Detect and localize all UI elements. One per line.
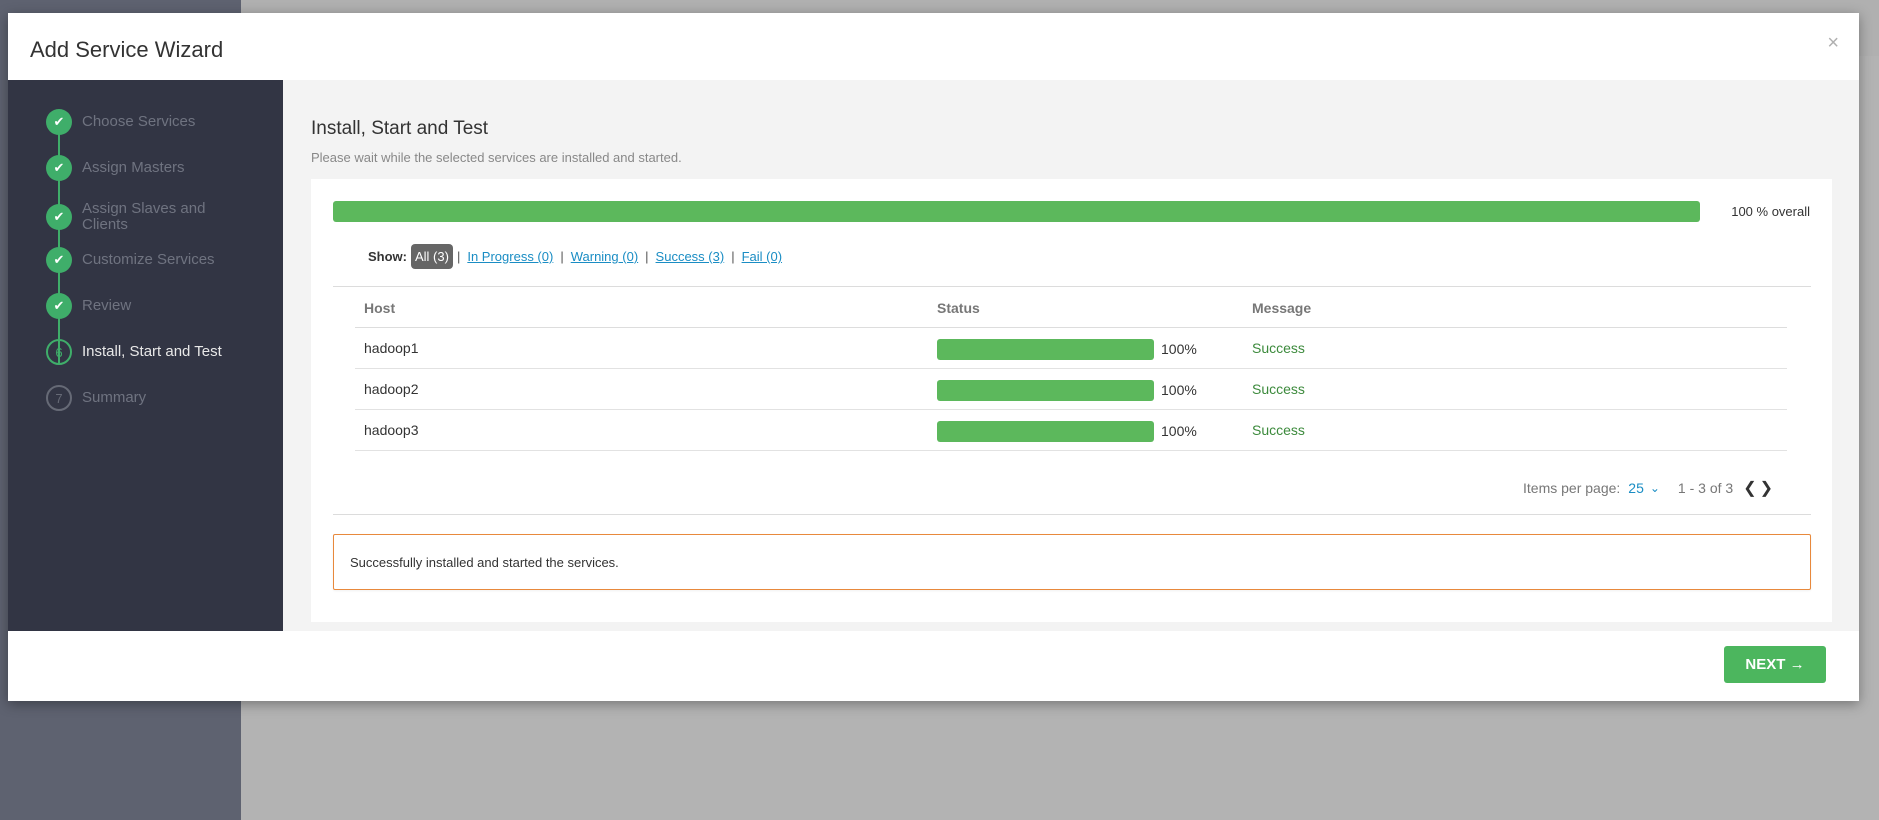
items-per-page-label: Items per page: <box>1523 480 1621 496</box>
next-page-icon[interactable]: ❯ <box>1760 478 1774 498</box>
filter-all[interactable]: All (3) <box>411 244 453 269</box>
host-link[interactable]: hadoop2 <box>364 381 419 397</box>
column-host: Host <box>364 300 396 316</box>
host-link[interactable]: hadoop1 <box>364 340 419 356</box>
host-progress-bar <box>937 380 1154 401</box>
overall-progress-text: 100 % overall <box>1731 204 1810 219</box>
wizard-steps-nav: ✔ Choose Services ✔ Assign Masters ✔ Ass… <box>8 80 283 631</box>
host-status-message[interactable]: Success <box>1252 381 1305 397</box>
check-icon: ✔ <box>46 204 72 230</box>
step-assign-slaves-clients[interactable]: ✔ Assign Slaves and Clients <box>46 201 276 233</box>
host-link[interactable]: hadoop3 <box>364 422 419 438</box>
modal-footer: NEXT → <box>8 631 1859 701</box>
step-label: Install, Start and Test <box>82 343 222 360</box>
pagination: Items per page: 25 ⌄ 1 - 3 of 3 ❮ ❯ <box>1523 478 1774 498</box>
step-install-start-test[interactable]: 6 Install, Start and Test <box>46 339 276 365</box>
host-progress-percent: 100% <box>1161 382 1197 398</box>
check-icon: ✔ <box>46 155 72 181</box>
add-service-wizard-modal: Add Service Wizard × ✔ Choose Services ✔… <box>8 13 1859 701</box>
table-header: Host Status Message <box>355 287 1787 328</box>
filter-separator: | <box>645 249 649 264</box>
close-icon[interactable]: × <box>1827 33 1839 53</box>
step-label: Review <box>82 297 132 314</box>
host-status-message[interactable]: Success <box>1252 340 1305 356</box>
step-assign-masters[interactable]: ✔ Assign Masters <box>46 155 276 181</box>
alert-message: Successfully installed and started the s… <box>350 555 619 570</box>
step-customize-services[interactable]: ✔ Customize Services <box>46 247 276 273</box>
divider <box>333 514 1811 515</box>
filter-success[interactable]: Success (3) <box>656 249 725 264</box>
filter-in-progress[interactable]: In Progress (0) <box>467 249 553 264</box>
step-label: Assign Masters <box>82 159 185 176</box>
step-label: Customize Services <box>82 251 215 268</box>
prev-page-icon[interactable]: ❮ <box>1743 478 1757 498</box>
filter-show-label: Show: <box>368 249 407 264</box>
items-per-page-select[interactable]: 25 <box>1628 480 1644 496</box>
step-choose-services[interactable]: ✔ Choose Services <box>46 109 276 135</box>
step-summary: 7 Summary <box>46 385 276 411</box>
status-filter: Show: All (3) | In Progress (0) | Warnin… <box>368 244 782 269</box>
step-label: Choose Services <box>82 113 196 130</box>
filter-separator: | <box>731 249 735 264</box>
page-subtitle: Please wait while the selected services … <box>311 150 682 165</box>
table-row: hadoop1 100% Success <box>355 328 1787 369</box>
modal-title: Add Service Wizard <box>30 37 224 62</box>
table-row: hadoop3 100% Success <box>355 410 1787 451</box>
check-icon: ✔ <box>46 247 72 273</box>
filter-separator: | <box>456 249 461 264</box>
host-status-message[interactable]: Success <box>1252 422 1305 438</box>
step-label: Summary <box>82 389 147 406</box>
success-alert: Successfully installed and started the s… <box>333 534 1811 590</box>
host-progress-bar <box>937 421 1154 442</box>
check-icon: ✔ <box>46 293 72 319</box>
step-label: Assign Slaves and Clients <box>82 200 206 233</box>
column-status: Status <box>937 300 980 316</box>
pagination-range: 1 - 3 of 3 <box>1677 480 1734 496</box>
filter-separator: | <box>560 249 564 264</box>
host-progress-bar <box>937 339 1154 360</box>
step-review[interactable]: ✔ Review <box>46 293 276 319</box>
check-icon: ✔ <box>46 109 72 135</box>
hosts-table: Host Status Message hadoop1 100% Success… <box>355 287 1787 451</box>
filter-fail[interactable]: Fail (0) <box>742 249 782 264</box>
step-number: 7 <box>46 385 72 411</box>
column-message: Message <box>1252 300 1312 316</box>
step-number: 6 <box>46 339 72 365</box>
table-row: hadoop2 100% Success <box>355 369 1787 410</box>
page-title: Install, Start and Test <box>311 118 489 139</box>
filter-warning[interactable]: Warning (0) <box>571 249 638 264</box>
host-progress-percent: 100% <box>1161 341 1197 357</box>
wizard-content: Install, Start and Test Please wait whil… <box>283 80 1859 631</box>
install-panel: 100 % overall Show: All (3) | In Progres… <box>311 179 1832 622</box>
overall-progress-bar <box>333 201 1700 222</box>
host-progress-percent: 100% <box>1161 423 1197 439</box>
modal-header: Add Service Wizard × <box>8 13 1859 80</box>
next-button[interactable]: NEXT → <box>1724 646 1826 683</box>
chevron-down-icon[interactable]: ⌄ <box>1650 481 1660 495</box>
